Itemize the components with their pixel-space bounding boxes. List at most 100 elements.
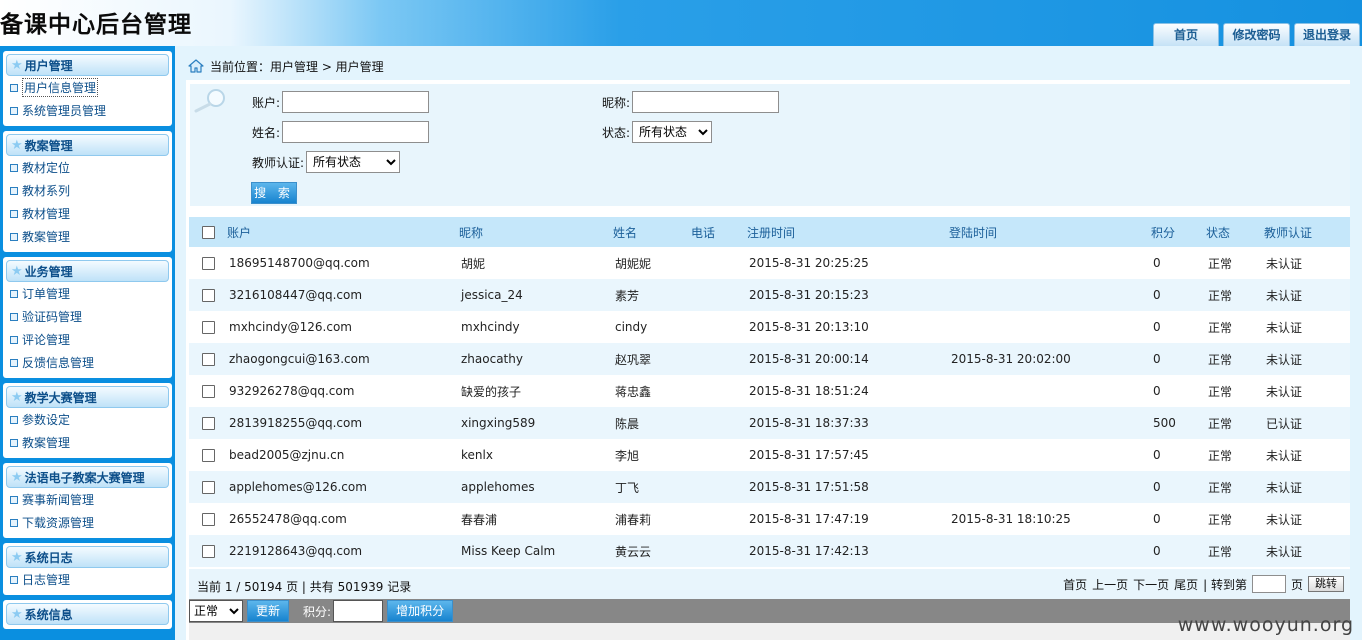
row-checkbox[interactable] [202, 256, 215, 270]
star-icon: ★ [11, 137, 23, 153]
column-header-nickname[interactable]: 昵称 [459, 217, 483, 247]
select-all-checkbox[interactable] [202, 225, 215, 239]
bullet-icon [10, 186, 18, 195]
row-checkbox[interactable] [202, 352, 215, 366]
account-input[interactable] [282, 91, 430, 113]
star-icon: ★ [11, 57, 23, 73]
column-header-status[interactable]: 状态 [1206, 217, 1230, 247]
points-input[interactable] [333, 600, 384, 622]
star-icon: ★ [11, 389, 23, 405]
cell-points: 500 [1153, 416, 1176, 430]
first-page-link[interactable]: 首页 [1063, 576, 1087, 593]
status-label: 状态: [602, 125, 631, 140]
sidebar-group-header[interactable]: ★ 法语电子教案大赛管理 [6, 466, 169, 488]
sidebar-group-header[interactable]: ★ 教学大赛管理 [6, 386, 169, 408]
change-password-button[interactable]: 修改密码 [1223, 23, 1290, 46]
cell-teacher-cert: 已认证 [1266, 416, 1303, 431]
jump-button[interactable]: 跳转 [1308, 576, 1344, 592]
row-checkbox[interactable] [202, 384, 215, 398]
row-checkbox[interactable] [202, 320, 215, 334]
cell-nickname: mxhcindy [461, 320, 520, 334]
name-label: 姓名: [252, 125, 281, 140]
sidebar-item-user-info[interactable]: 用户信息管理 [6, 76, 169, 99]
bullet-icon [10, 312, 18, 321]
search-form: 账户: 昵称: 姓名: 状态: 所有状态 教师认证: 所有状态 搜 索 [190, 84, 1350, 206]
next-page-link[interactable]: 下一页 [1133, 576, 1169, 593]
pager: 当前 1 / 50194 页 | 共有 501939 记录 首页 上一页 下一页… [189, 569, 1350, 599]
sidebar-group-title: 系统日志 [24, 550, 73, 565]
row-checkbox[interactable] [202, 544, 215, 558]
cell-teacher-cert: 未认证 [1266, 320, 1303, 335]
column-header-name[interactable]: 姓名 [613, 217, 637, 247]
row-checkbox[interactable] [202, 288, 215, 302]
cell-nickname: 春春浦 [461, 512, 498, 527]
sidebar-group-header[interactable]: ★ 系统日志 [6, 546, 169, 568]
column-header-teacher-cert[interactable]: 教师认证 [1264, 217, 1312, 247]
sidebar-item-orders[interactable]: 订单管理 [6, 282, 169, 305]
cell-register-time: 2015-8-31 18:37:33 [749, 416, 869, 430]
star-icon: ★ [11, 263, 23, 279]
search-icon [194, 89, 225, 113]
home-button[interactable]: 首页 [1153, 23, 1219, 46]
search-button[interactable]: 搜 索 [251, 182, 297, 204]
row-checkbox[interactable] [202, 416, 215, 430]
column-header-phone[interactable]: 电话 [691, 217, 715, 247]
star-icon: ★ [11, 606, 23, 622]
action-bar: 正常 更新 积分: 增加积分 [189, 599, 1350, 623]
teacher-row: 教师认证: 所有状态 [252, 151, 401, 173]
pager-controls: 首页 上一页 下一页 尾页 | 转到第 页 跳转 [1063, 575, 1344, 593]
sidebar-item-admin[interactable]: 系统管理员管理 [6, 99, 169, 122]
column-header-account[interactable]: 账户 [227, 217, 251, 247]
cell-register-time: 2015-8-31 20:13:10 [749, 320, 869, 334]
row-select-cell [202, 535, 215, 567]
cell-nickname: applehomes [461, 480, 535, 494]
row-checkbox[interactable] [202, 448, 215, 462]
bulk-status-select[interactable]: 正常 [189, 600, 243, 622]
nickname-input[interactable] [632, 91, 780, 113]
cell-status: 正常 [1208, 416, 1233, 431]
sidebar-item-captcha[interactable]: 验证码管理 [6, 305, 169, 328]
cell-points: 0 [1153, 320, 1161, 334]
sidebar-item-textbook-position[interactable]: 教材定位 [6, 156, 169, 179]
star-icon: ★ [11, 469, 23, 485]
sidebar-group-header[interactable]: ★ 业务管理 [6, 260, 169, 282]
table-header: 账户 昵称 姓名 电话 注册时间 登陆时间 积分 状态 教师认证 [189, 217, 1350, 247]
watermark: www.wooyun.org [1177, 614, 1354, 636]
column-header-register-time[interactable]: 注册时间 [747, 217, 795, 247]
sidebar-group-header[interactable]: ★ 系统信息 [6, 603, 169, 625]
sidebar-item-lesson-manage[interactable]: 教案管理 [6, 225, 169, 248]
sidebar-item-downloads[interactable]: 下载资源管理 [6, 511, 169, 534]
teacher-select[interactable]: 所有状态 [306, 151, 401, 173]
sidebar-item-log-manage[interactable]: 日志管理 [6, 568, 169, 591]
table-row: 18695148700@qq.com 胡妮 胡妮妮 2015-8-31 20:25:2… [189, 247, 1350, 279]
row-checkbox[interactable] [202, 480, 215, 494]
row-checkbox[interactable] [202, 512, 215, 526]
sidebar-group-header[interactable]: ★ 用户管理 [6, 54, 169, 76]
prev-page-link[interactable]: 上一页 [1092, 576, 1128, 593]
cell-nickname: Miss Keep Calm [461, 544, 556, 558]
sidebar-item-textbook-series[interactable]: 教材系列 [6, 179, 169, 202]
column-header-points[interactable]: 积分 [1151, 217, 1175, 247]
goto-page-input[interactable] [1251, 575, 1286, 593]
add-points-button[interactable]: 增加积分 [387, 600, 454, 622]
sidebar-item-news[interactable]: 赛事新闻管理 [6, 488, 169, 511]
update-button[interactable]: 更新 [247, 600, 290, 622]
sidebar-item-label: 参数设定 [22, 413, 71, 427]
name-input[interactable] [282, 121, 430, 143]
sidebar-item-label: 系统管理员管理 [22, 104, 107, 118]
last-page-link[interactable]: 尾页 [1174, 576, 1198, 593]
sidebar-item-contest-lesson[interactable]: 教案管理 [6, 431, 169, 454]
sidebar-item-params[interactable]: 参数设定 [6, 408, 169, 431]
row-select-cell [202, 311, 215, 343]
sidebar-item-comments[interactable]: 评论管理 [6, 328, 169, 351]
sidebar-group-header[interactable]: ★ 教案管理 [6, 134, 169, 156]
sidebar-item-textbook-manage[interactable]: 教材管理 [6, 202, 169, 225]
status-select[interactable]: 所有状态 [632, 121, 713, 143]
logout-button[interactable]: 退出登录 [1294, 23, 1360, 46]
cell-name: 黄云云 [615, 544, 652, 559]
cell-register-time: 2015-8-31 20:25:25 [749, 256, 869, 270]
column-header-login-time[interactable]: 登陆时间 [949, 217, 997, 247]
cell-teacher-cert: 未认证 [1266, 448, 1303, 463]
sidebar-group-title: 教案管理 [24, 138, 73, 153]
sidebar-item-feedback[interactable]: 反馈信息管理 [6, 351, 169, 374]
